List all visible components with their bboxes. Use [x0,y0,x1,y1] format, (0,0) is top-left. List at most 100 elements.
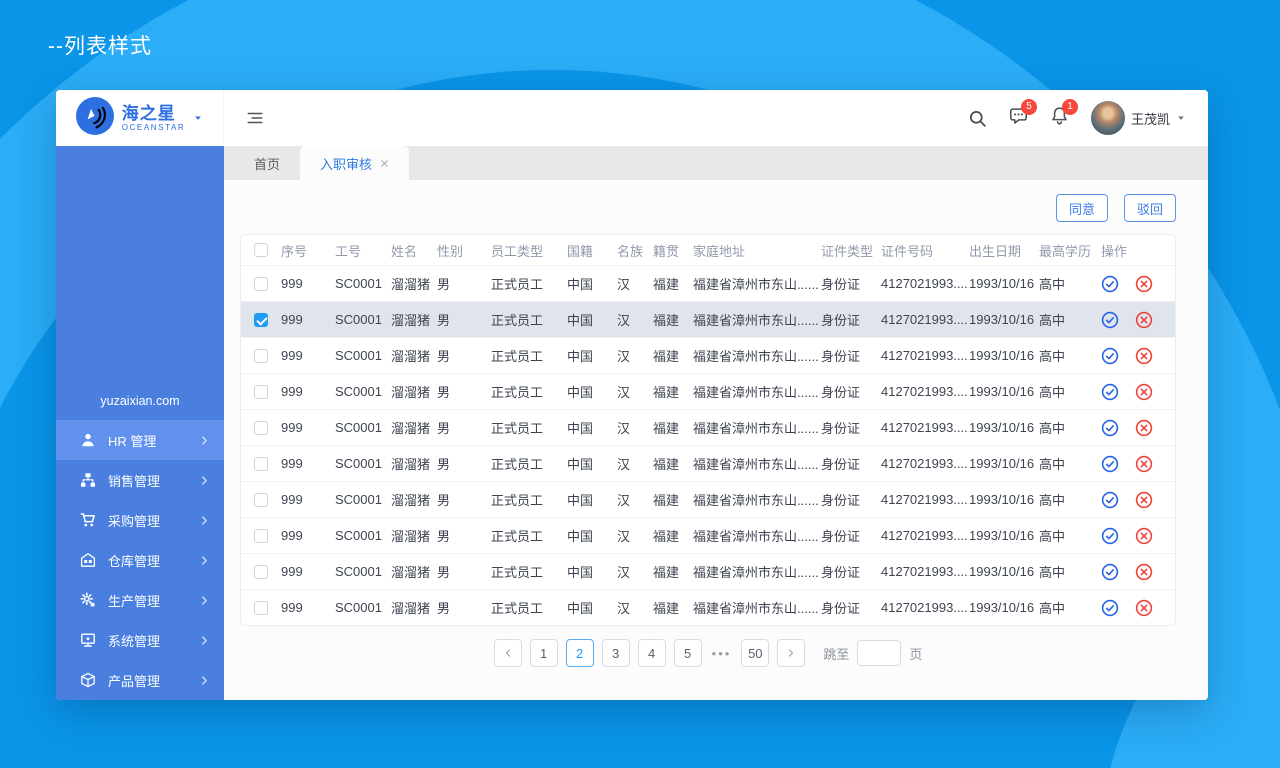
table-row[interactable]: 999 SC0001 溜溜猪 男 正式员工 中国 汉 福建 福建省漳州市东山..… [241,589,1175,625]
select-all-checkbox[interactable] [254,243,268,257]
row-checkbox[interactable] [254,528,268,543]
cell-nationality: 中国 [567,277,594,292]
row-checkbox[interactable] [254,600,268,615]
approve-row-icon[interactable] [1101,311,1119,329]
sidebar-item[interactable]: 系统管理 [56,620,224,660]
reject-row-icon[interactable] [1135,347,1153,365]
cell-seq: 999 [281,312,303,327]
caret-down-icon[interactable] [193,113,203,123]
table-row[interactable]: 999 SC0001 溜溜猪 男 正式员工 中国 汉 福建 福建省漳州市东山..… [241,373,1175,409]
cell-name: 溜溜猪 [391,457,431,472]
row-checkbox[interactable] [254,312,268,327]
column-header: 国籍 [567,243,594,259]
approve-row-icon[interactable] [1101,563,1119,581]
table-row[interactable]: 999 SC0001 溜溜猪 男 正式员工 中国 汉 福建 福建省漳州市东山..… [241,301,1175,337]
row-checkbox[interactable] [254,492,268,507]
cell-birth-date: 1993/10/16 [969,420,1035,435]
row-checkbox[interactable] [254,420,268,435]
approve-button[interactable]: 同意 [1055,194,1108,222]
tab-onboarding-review[interactable]: 入职审核 [300,146,410,180]
reject-row-icon[interactable] [1135,311,1153,329]
table-row[interactable]: 999 SC0001 溜溜猪 男 正式员工 中国 汉 福建 福建省漳州市东山..… [241,481,1175,517]
cell-seq: 999 [281,420,303,435]
table-row[interactable]: 999 SC0001 溜溜猪 男 正式员工 中国 汉 福建 福建省漳州市东山..… [241,409,1175,445]
cell-birth-date: 1993/10/16 [969,276,1035,291]
row-checkbox[interactable] [254,276,268,291]
page-button[interactable]: 3 [601,639,630,667]
sidebar-item[interactable]: HR 管理 [56,420,224,460]
table-row[interactable]: 999 SC0001 溜溜猪 男 正式员工 中国 汉 福建 福建省漳州市东山..… [241,517,1175,553]
sidebar-item[interactable]: 产品管理 [56,660,224,700]
reject-row-icon[interactable] [1135,455,1153,473]
sidebar-item[interactable]: 生产管理 [56,580,224,620]
approve-row-icon[interactable] [1101,491,1119,509]
page-unit-label: 页 [909,646,923,662]
cell-emp-id: SC0001 [335,348,382,363]
cell-address: 福建省漳州市东山...... [693,457,819,472]
page-button[interactable]: 4 [637,639,666,667]
approve-row-icon[interactable] [1101,419,1119,437]
column-header: 名族 [617,243,644,259]
sidebar-item[interactable]: 采购管理 [56,500,224,540]
page-button[interactable]: 1 [529,639,558,667]
approve-row-icon[interactable] [1101,527,1119,545]
approve-row-icon[interactable] [1101,383,1119,401]
page-button[interactable]: 2 [565,639,594,667]
content: 同意 驳回 序号 工号 姓名 性别 员工类型 国籍 名族 籍贯 家庭地址 证件类型 证件号码 出生日期… [224,180,1208,700]
cell-nationality: 中国 [567,385,594,400]
collapse-menu-icon[interactable] [246,109,264,127]
brand-area[interactable]: 海之星 OCEANSTAR [56,90,224,146]
reject-row-icon[interactable] [1135,419,1153,437]
row-checkbox[interactable] [254,384,268,399]
table-row[interactable]: 999 SC0001 溜溜猪 男 正式员工 中国 汉 福建 福建省漳州市东山..… [241,553,1175,589]
reject-row-icon[interactable] [1135,383,1153,401]
sidebar-item-label: 产品管理 [108,673,161,689]
table-row[interactable]: 999 SC0001 溜溜猪 男 正式员工 中国 汉 福建 福建省漳州市东山..… [241,445,1175,481]
reject-row-icon[interactable] [1135,527,1153,545]
approve-row-icon[interactable] [1101,455,1119,473]
close-icon[interactable] [380,159,389,168]
prev-page-button[interactable] [493,639,522,667]
column-header: 证件号码 [881,243,934,259]
cell-ethnicity: 汉 [617,601,631,616]
notifications-badge: 1 [1061,99,1078,115]
reject-row-icon[interactable] [1135,563,1153,581]
chevron-right-icon [199,555,210,566]
cell-seq: 999 [281,600,303,615]
last-page-button[interactable]: 50 [741,639,770,667]
cell-emp-type: 正式员工 [491,493,544,508]
reject-button[interactable]: 驳回 [1123,194,1176,222]
tab-home[interactable]: 首页 [234,146,300,180]
approve-row-icon[interactable] [1101,347,1119,365]
reject-row-icon[interactable] [1135,599,1153,617]
approve-row-icon[interactable] [1101,275,1119,293]
sidebar-item[interactable]: 销售管理 [56,460,224,500]
sidebar-item-label: 销售管理 [108,473,161,489]
approve-row-icon[interactable] [1101,599,1119,617]
notifications-icon[interactable]: 1 [1050,99,1078,130]
oceanstar-logo-icon [75,96,114,140]
reject-row-icon[interactable] [1135,275,1153,293]
search-icon[interactable] [968,109,987,128]
jump-page-input[interactable] [857,640,902,666]
messages-icon[interactable]: 5 [1009,99,1037,130]
table-row[interactable]: 999 SC0001 溜溜猪 男 正式员工 中国 汉 福建 福建省漳州市东山..… [241,337,1175,373]
user-menu[interactable]: 王茂凯 [1090,101,1186,135]
cell-gender: 男 [437,529,451,544]
cell-education: 高中 [1039,421,1066,436]
row-checkbox[interactable] [254,456,268,471]
cell-ethnicity: 汉 [617,349,631,364]
cell-gender: 男 [437,565,451,580]
reject-row-icon[interactable] [1135,491,1153,509]
table-row[interactable]: 999 SC0001 溜溜猪 男 正式员工 中国 汉 福建 福建省漳州市东山..… [241,265,1175,301]
cell-address: 福建省漳州市东山...... [693,601,819,616]
sidebar-item[interactable]: 仓库管理 [56,540,224,580]
cell-address: 福建省漳州市东山...... [693,313,819,328]
sidebar-footer-link[interactable]: yuzaixian.com [56,394,224,420]
row-checkbox[interactable] [254,564,268,579]
row-checkbox[interactable] [254,348,268,363]
table: 序号 工号 姓名 性别 员工类型 国籍 名族 籍贯 家庭地址 证件类型 证件号码 出生日期 最高学历 操作… [240,234,1176,626]
page-button[interactable]: 5 [673,639,702,667]
sidebar-item-label: 采购管理 [108,513,161,529]
next-page-button[interactable] [777,639,806,667]
